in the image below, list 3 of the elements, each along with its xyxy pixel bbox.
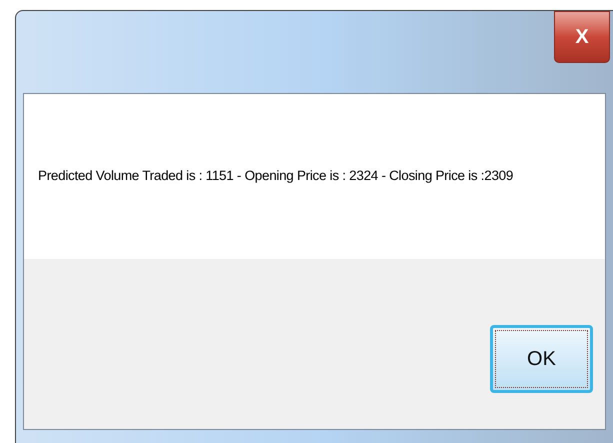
- close-button[interactable]: X: [554, 11, 610, 63]
- ok-button[interactable]: OK: [490, 325, 593, 393]
- message-text: Predicted Volume Traded is : 1151 - Opening Price is : 2324 - Closing Price is :2309: [38, 167, 514, 186]
